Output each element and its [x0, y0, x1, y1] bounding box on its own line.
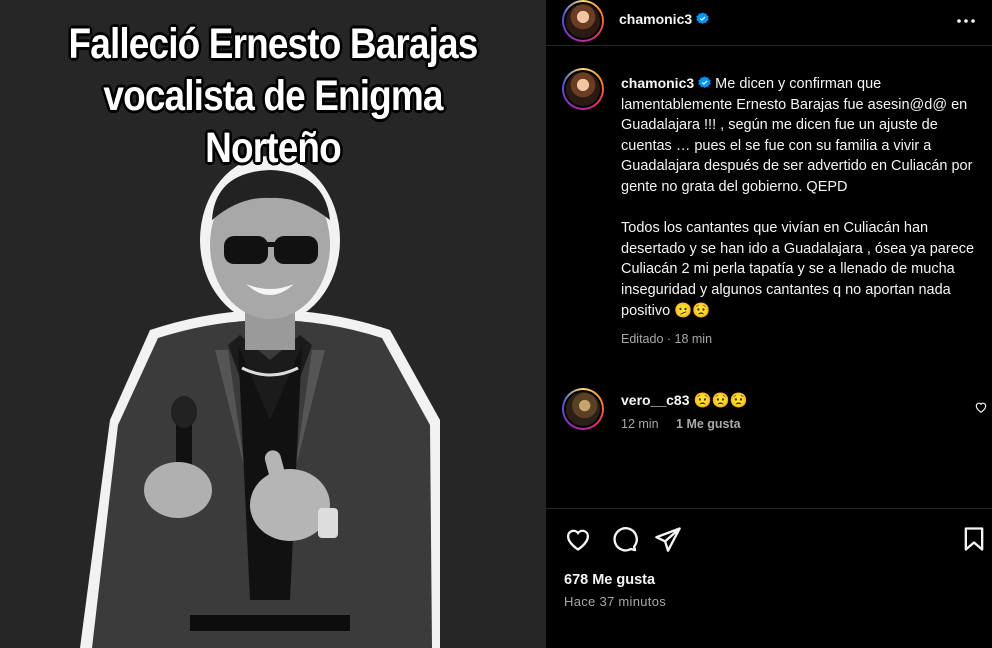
likes-count[interactable]: 678 Me gusta — [564, 572, 655, 588]
post-headline: Falleció Ernesto Barajas vocalista de En… — [38, 18, 508, 174]
post-image[interactable]: Falleció Ernesto Barajas vocalista de En… — [0, 0, 546, 648]
action-bar — [546, 508, 992, 568]
post-caption: chamonic3 Me dicen y confirman que lamen… — [621, 73, 981, 350]
comment-like-heart-icon[interactable] — [974, 400, 988, 414]
post-side-panel: chamonic3 chamonic3 Me dicen y confirman… — [546, 0, 992, 648]
comment-likes[interactable]: 1 Me gusta — [676, 417, 741, 431]
comment-time: 12 min — [621, 417, 659, 431]
headline-line-1: Falleció Ernesto Barajas — [68, 20, 479, 68]
caption-meta: Editado · 18 min — [621, 332, 713, 347]
author-username[interactable]: chamonic3 — [619, 11, 709, 27]
verified-badge-icon — [698, 76, 711, 89]
caption-body: Me dicen y confirman que lamentablemente… — [621, 76, 975, 319]
author-avatar[interactable] — [562, 0, 604, 42]
bookmark-icon[interactable] — [960, 525, 988, 553]
header-username-text[interactable]: chamonic3 — [619, 11, 692, 27]
comment-icon[interactable] — [610, 525, 638, 553]
share-icon[interactable] — [654, 525, 682, 553]
comment-meta: 12 min 1 Me gusta — [621, 417, 951, 431]
verified-badge-icon — [696, 12, 709, 25]
comment-item: vero__c83 😟😟😟 12 min 1 Me gusta — [621, 392, 951, 431]
comment-text: 😟😟😟 — [689, 393, 748, 409]
headline-line-2: vocalista de Enigma Norteño — [103, 72, 443, 172]
more-options-icon[interactable] — [954, 9, 978, 33]
commenter-avatar[interactable] — [562, 388, 604, 430]
caption-avatar[interactable] — [562, 68, 604, 110]
caption-username[interactable]: chamonic3 — [621, 75, 694, 91]
heart-icon[interactable] — [564, 525, 592, 553]
comment-username[interactable]: vero__c83 — [621, 392, 690, 408]
post-timestamp[interactable]: Hace 37 minutos — [564, 594, 666, 609]
post-header: chamonic3 — [546, 0, 992, 46]
